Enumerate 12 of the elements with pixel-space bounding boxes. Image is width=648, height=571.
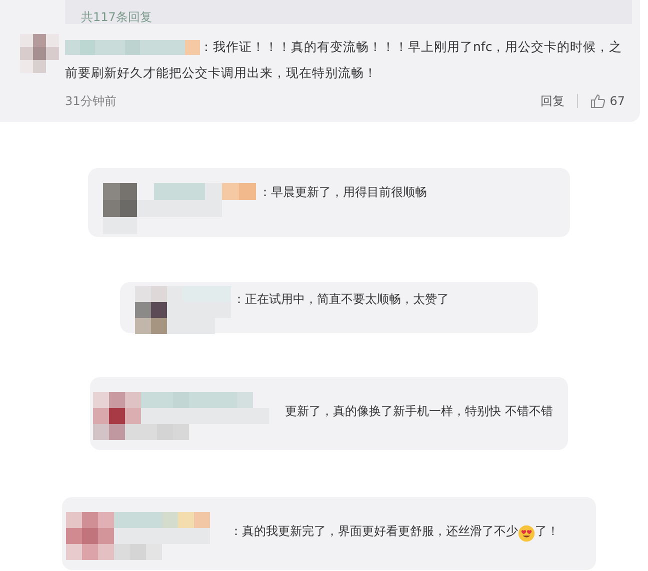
reply-link[interactable]: 回复 [540,92,565,110]
comment-text-line: 前要刷新好久才能把公交卡调用出来，现在特别流畅！ [65,64,377,82]
heart-eyes-emoji-icon [518,525,535,542]
thumbs-up-icon[interactable] [590,93,606,109]
comment-text: ：真的我更新完了，界面更好看更舒服，还丝滑了不少 [229,523,518,540]
comment-text-end: 了！ [535,523,559,540]
comment-text: 更新了，真的像换了新手机一样，特别快 不错不错 [285,403,553,420]
like-count: 67 [610,93,625,110]
comment-time: 31分钟前 [65,93,116,110]
comment-text: ：早晨更新了，用得目前很顺畅 [258,184,427,201]
comment-text: ：正在试用中，简直不要太顺畅，太赞了 [232,291,449,308]
comment-text-line: ：我作证！！！真的有变流畅！！！早上刚用了nfc，用公交卡的时候，之 [200,38,622,56]
